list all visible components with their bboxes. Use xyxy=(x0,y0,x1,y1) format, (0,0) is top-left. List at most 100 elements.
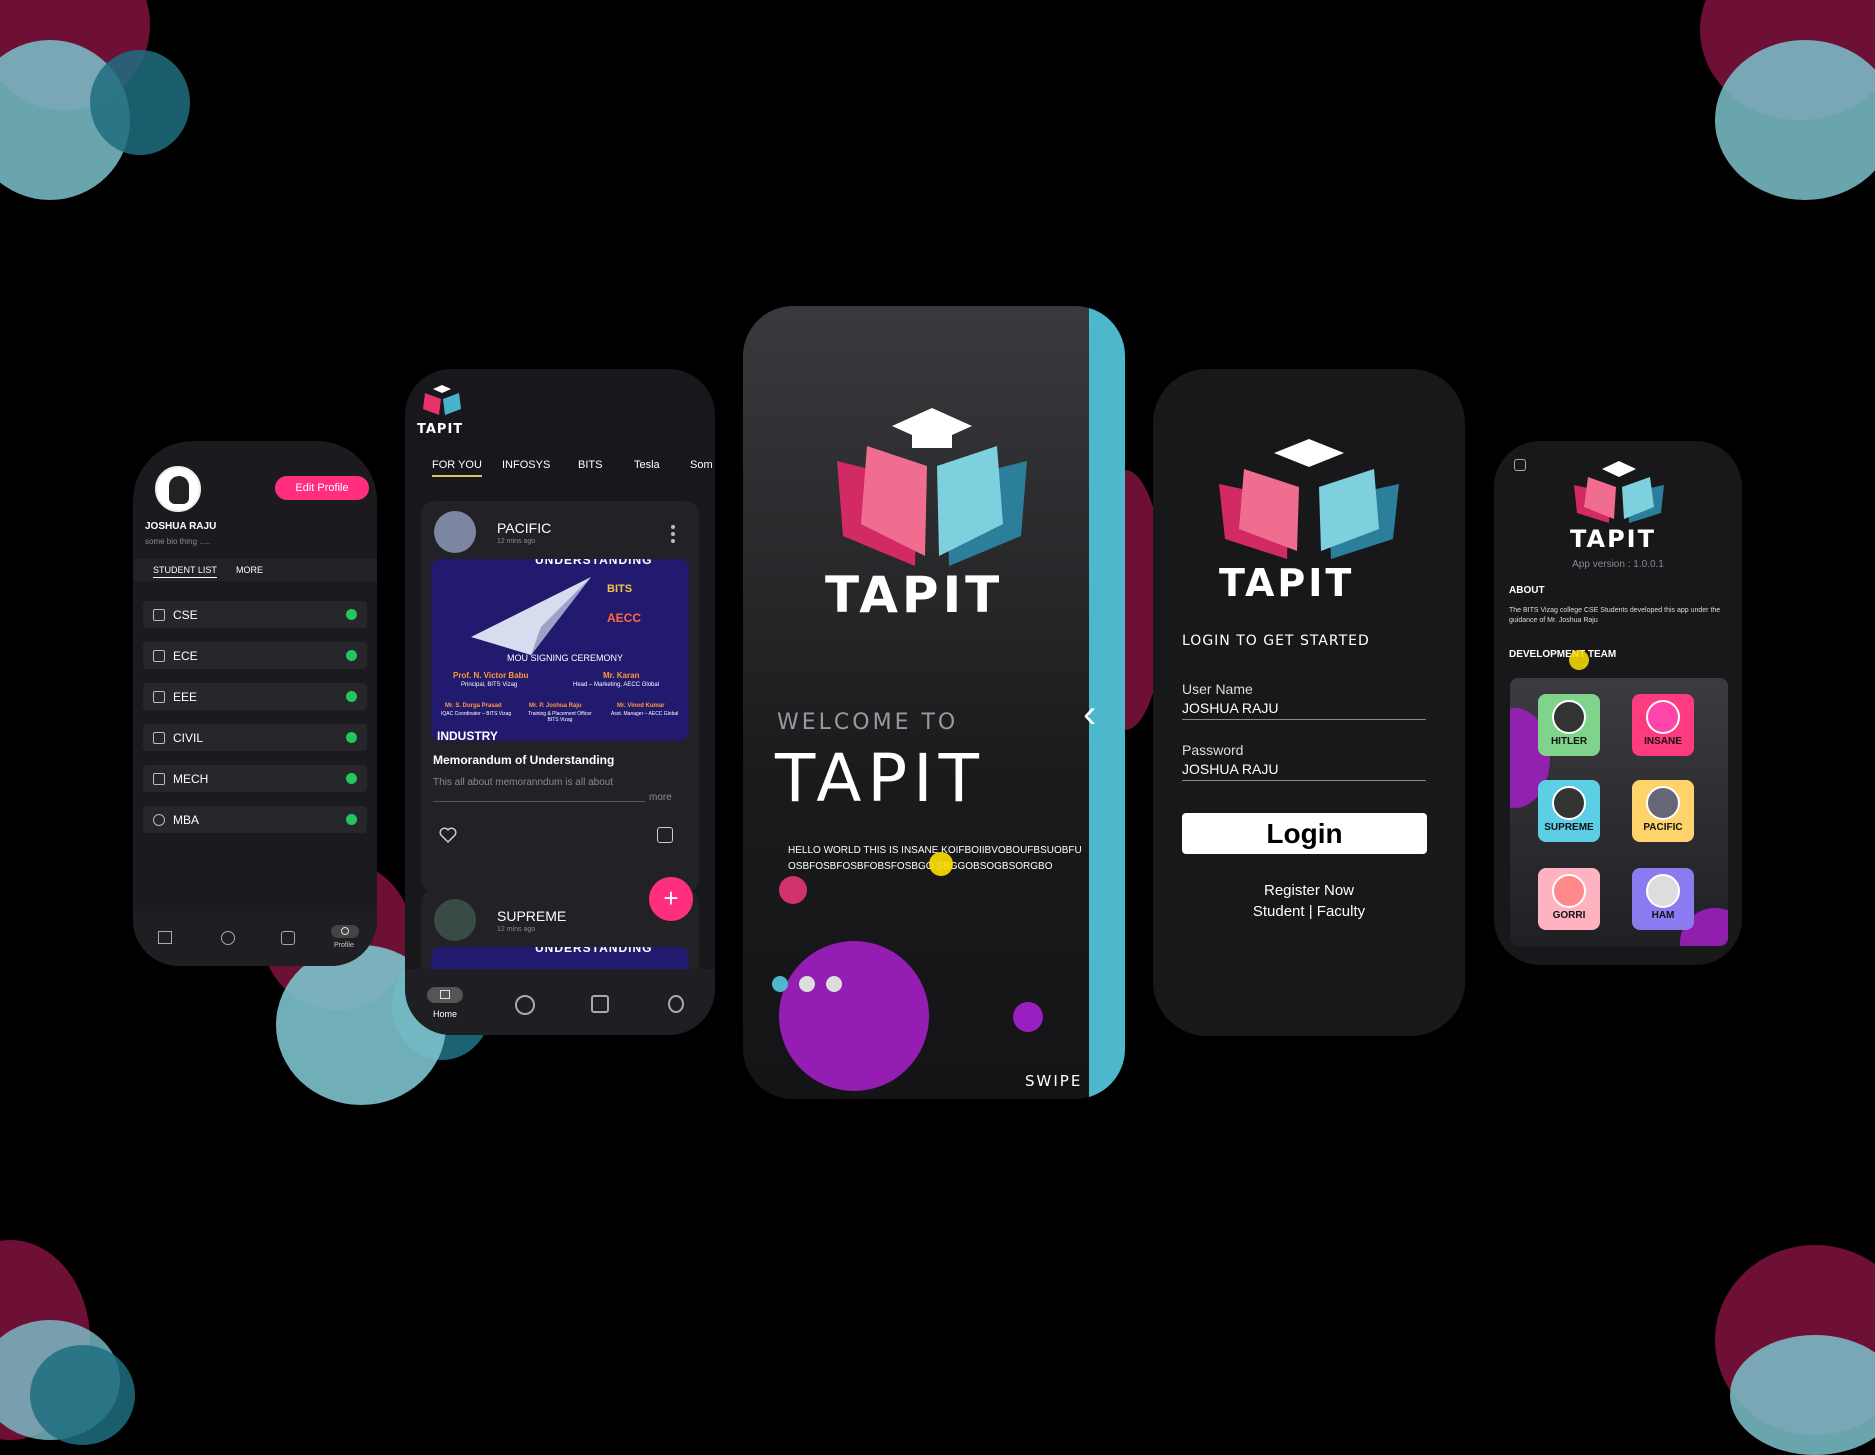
department-row[interactable]: MBA xyxy=(143,806,367,833)
page-dot-active[interactable] xyxy=(772,976,788,992)
tab-for-you[interactable]: FOR YOU xyxy=(432,459,482,477)
page-dot[interactable] xyxy=(826,976,842,992)
post-time: 12 mins ago xyxy=(497,538,536,545)
search-icon[interactable] xyxy=(221,931,235,945)
bg-blob xyxy=(30,1345,135,1445)
user-icon[interactable] xyxy=(668,995,684,1013)
page-dot[interactable] xyxy=(799,976,815,992)
post-card[interactable]: PACIFIC 12 mins ago UNDERSTANDING BITS A… xyxy=(421,501,699,893)
department-label: MECH xyxy=(173,771,209,786)
username-label: User Name xyxy=(1182,681,1253,697)
avatar xyxy=(1646,786,1680,820)
avatar xyxy=(1552,700,1586,734)
department-label: EEE xyxy=(173,689,198,704)
register-link[interactable]: Register Now xyxy=(1153,882,1465,899)
about-screen: TAPIT App version : 1.0.0.1 ABOUT The BI… xyxy=(1494,441,1742,965)
team-member-card[interactable]: HAM xyxy=(1632,868,1694,930)
search-icon[interactable] xyxy=(515,995,535,1015)
person-role: Principal, BITS Vizag xyxy=(461,682,518,688)
team-member-card[interactable]: HITLER xyxy=(1538,694,1600,756)
banner-mid-text: MOU SIGNING CEREMONY xyxy=(507,653,624,663)
avatar xyxy=(1552,786,1586,820)
department-row[interactable]: CSE xyxy=(143,601,367,628)
monitor-icon xyxy=(153,608,165,621)
logo-wordmark: TAPIT xyxy=(1219,561,1355,605)
logo-wordmark: TAPIT xyxy=(417,422,464,437)
avatar[interactable] xyxy=(155,466,201,512)
person-name: Mr. P. Joshua Raju xyxy=(529,703,582,709)
bg-blob xyxy=(1715,40,1875,200)
bookmark-icon[interactable] xyxy=(281,931,295,945)
welcome-title: TAPIT xyxy=(775,740,985,817)
home-icon xyxy=(440,990,450,999)
department-label: CSE xyxy=(173,607,198,622)
back-icon[interactable] xyxy=(1514,459,1526,471)
decor-bubble xyxy=(1013,1002,1043,1032)
person-name: Mr. S. Durga Prasad xyxy=(445,703,502,709)
bits-badge: BITS xyxy=(607,583,633,595)
password-field[interactable]: JOSHUA RAJU xyxy=(1182,761,1426,781)
decor-bubble xyxy=(1569,650,1589,670)
dollar-icon xyxy=(153,813,165,826)
department-label: ECE xyxy=(173,648,198,663)
add-post-button[interactable]: + xyxy=(649,877,693,921)
home-icon[interactable] xyxy=(158,931,172,944)
back-chevron-icon[interactable]: ‹ xyxy=(1083,694,1096,734)
team-member-name: SUPREME xyxy=(1544,822,1594,833)
avatar xyxy=(1552,874,1586,908)
tapit-logo-icon xyxy=(837,408,1027,566)
tapit-logo-icon xyxy=(1574,461,1664,523)
team-member-card[interactable]: GORRI xyxy=(1538,868,1600,930)
team-member-card[interactable]: PACIFIC xyxy=(1632,780,1694,842)
arrow-right-icon xyxy=(346,732,357,743)
heart-icon[interactable] xyxy=(439,827,457,844)
login-button[interactable]: Login xyxy=(1182,813,1427,854)
swipe-label[interactable]: SWIPE xyxy=(1025,1072,1082,1090)
arrow-right-icon xyxy=(346,691,357,702)
team-member-name: GORRI xyxy=(1552,910,1586,921)
role-selector[interactable]: Student | Faculty xyxy=(1153,903,1465,920)
tab-student-list[interactable]: STUDENT LIST xyxy=(153,565,217,578)
arrow-right-icon xyxy=(346,773,357,784)
team-member-card[interactable]: SUPREME xyxy=(1538,780,1600,842)
more-options-icon[interactable] xyxy=(671,525,675,543)
post-author[interactable]: SUPREME xyxy=(497,908,566,924)
username-field[interactable]: JOSHUA RAJU xyxy=(1182,700,1426,720)
edit-profile-button[interactable]: Edit Profile xyxy=(275,476,369,500)
post-image[interactable]: UNDERSTANDING BITS AECC MOU SIGNING CERE… xyxy=(431,559,689,741)
department-row[interactable]: EEE xyxy=(143,683,367,710)
tab-more[interactable]: MORE xyxy=(236,565,263,575)
person-role: Head – Marketing, AECC Global xyxy=(573,682,660,688)
logo-wordmark: TAPIT xyxy=(825,566,1004,624)
person-role: Asst. Manager – AECC Global xyxy=(611,711,679,717)
nav-home-label: Home xyxy=(433,1009,458,1019)
tab-bits[interactable]: BITS xyxy=(578,459,602,471)
banner-top-text: UNDERSTANDING xyxy=(535,947,653,955)
tab-tesla[interactable]: Tesla xyxy=(634,459,660,471)
department-row[interactable]: CIVIL xyxy=(143,724,367,751)
chip-icon xyxy=(153,649,165,662)
divider xyxy=(433,801,645,802)
team-member-name: INSANE xyxy=(1644,736,1682,747)
department-row[interactable]: MECH xyxy=(143,765,367,792)
team-heading: DEVELOPMENT TEAM xyxy=(1509,649,1617,660)
avatar[interactable] xyxy=(434,511,476,553)
decor-bubble xyxy=(929,852,953,876)
profile-screen: Edit Profile JOSHUA RAJU some bio thing … xyxy=(133,441,377,966)
team-member-card[interactable]: INSANE xyxy=(1632,694,1694,756)
bookmark-icon[interactable] xyxy=(591,995,609,1013)
read-more-link[interactable]: more xyxy=(649,792,672,803)
avatar[interactable] xyxy=(434,899,476,941)
post-author[interactable]: PACIFIC xyxy=(497,520,551,536)
department-row[interactable]: ECE xyxy=(143,642,367,669)
arrow-right-icon xyxy=(346,609,357,620)
save-icon[interactable] xyxy=(657,827,673,843)
profile-nav-pill[interactable] xyxy=(331,925,359,938)
decor-bubble xyxy=(779,876,807,904)
about-text: The BITS Vizag college CSE Students deve… xyxy=(1509,607,1721,624)
password-label: Password xyxy=(1182,742,1244,758)
home-nav-pill[interactable] xyxy=(427,987,463,1003)
tab-partial[interactable]: Som xyxy=(690,459,713,471)
tab-infosys[interactable]: INFOSYS xyxy=(502,459,550,471)
feed-screen: TAPIT FOR YOU INFOSYS BITS Tesla Som PAC… xyxy=(405,369,715,1035)
